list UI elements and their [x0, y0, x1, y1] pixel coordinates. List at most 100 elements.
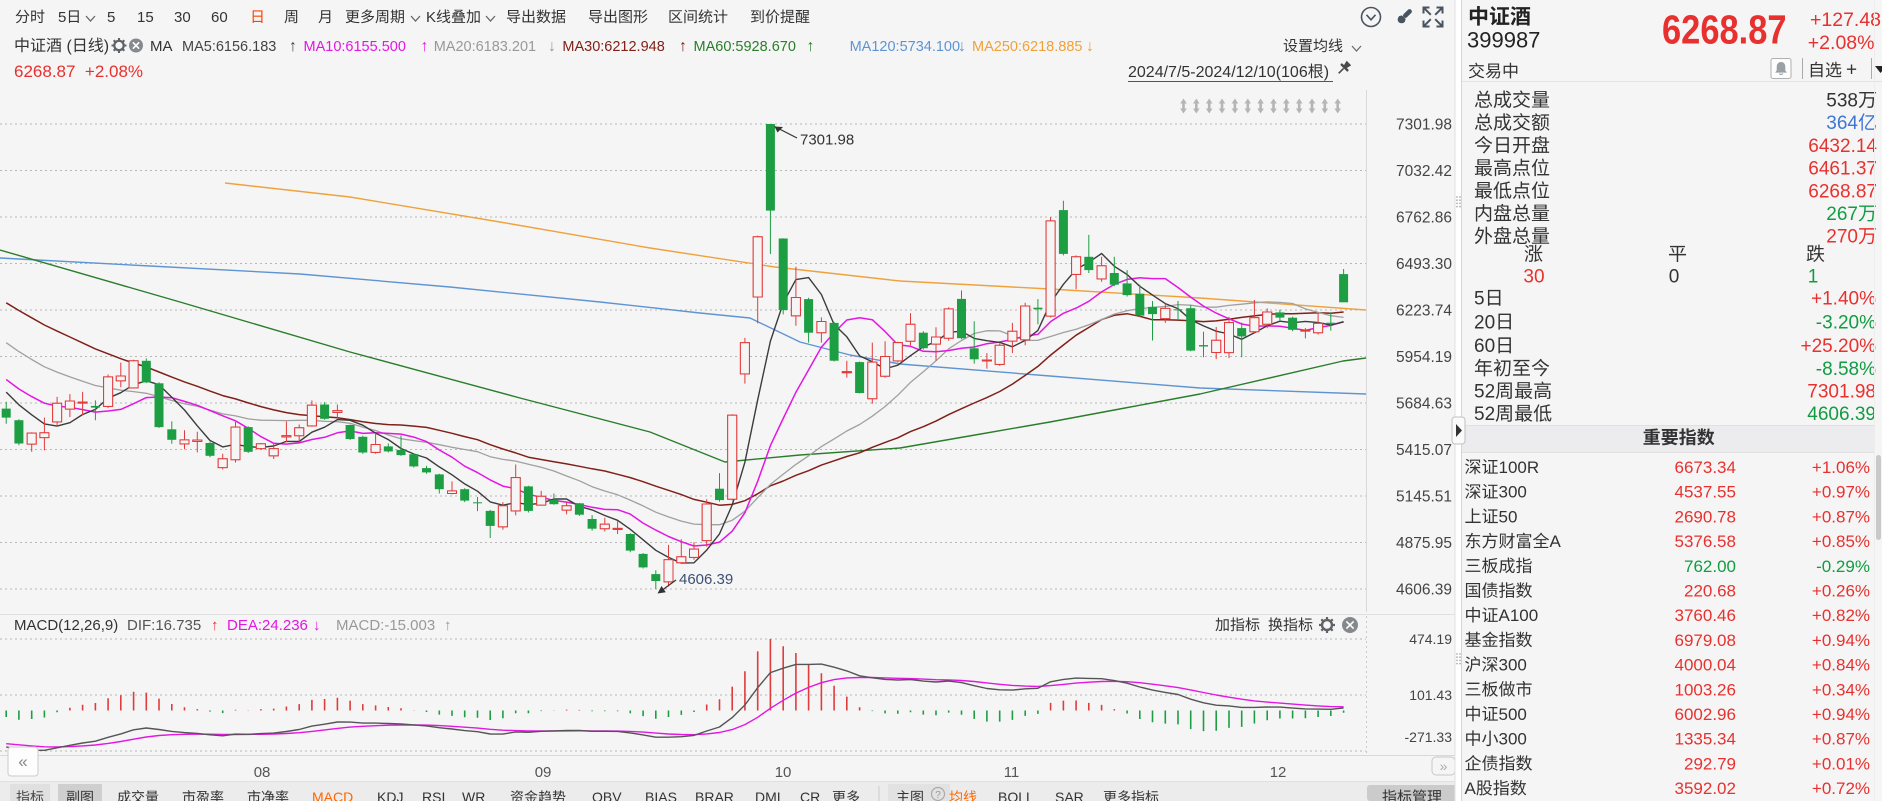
svg-text:30: 30: [1523, 266, 1544, 287]
svg-text:100R: 100R: [1499, 458, 1540, 477]
svg-text:+0.01%: +0.01%: [1812, 754, 1870, 773]
svg-text:BRAR: BRAR: [695, 789, 734, 801]
svg-text:+0.26%: +0.26%: [1812, 582, 1870, 601]
svg-text:474.19: 474.19: [1409, 631, 1452, 647]
svg-text:267: 267: [1826, 204, 1858, 225]
svg-text:6673.34: 6673.34: [1675, 458, 1736, 477]
svg-text:500: 500: [1499, 705, 1527, 724]
svg-text:4537.55: 4537.55: [1675, 483, 1736, 502]
svg-text:+0.72%: +0.72%: [1812, 779, 1870, 798]
svg-text:SAR: SAR: [1055, 789, 1084, 801]
svg-text:7032.42: 7032.42: [1396, 163, 1452, 180]
svg-text:MA: MA: [150, 38, 173, 55]
svg-text:4606.39: 4606.39: [1807, 404, 1876, 425]
svg-text:MA5:6156.183: MA5:6156.183: [182, 39, 276, 55]
svg-text:+: +: [1846, 60, 1857, 81]
svg-text:7301.98: 7301.98: [1807, 382, 1876, 403]
svg-text:+0.82%: +0.82%: [1812, 606, 1870, 625]
svg-text:DIF:16.735: DIF:16.735: [127, 617, 201, 634]
svg-text:1003.26: 1003.26: [1675, 680, 1736, 699]
svg-text:5376.58: 5376.58: [1675, 532, 1736, 551]
svg-text:2024/7/5-2024/12/10(106: 2024/7/5-2024/12/10(106: [1128, 64, 1308, 81]
svg-text:6762.86: 6762.86: [1396, 210, 1452, 227]
svg-text:08: 08: [254, 764, 271, 781]
svg-text:WR: WR: [462, 789, 485, 801]
svg-text:+0.85%: +0.85%: [1812, 532, 1870, 551]
svg-text:1: 1: [1808, 266, 1819, 287]
svg-text:7301.98: 7301.98: [1396, 117, 1452, 134]
svg-text:+0.84%: +0.84%: [1812, 656, 1870, 675]
svg-text:↑: ↑: [211, 617, 219, 634]
svg-text:↑: ↑: [679, 38, 687, 55]
svg-text:300: 300: [1499, 656, 1527, 675]
svg-text:(: (: [62, 38, 72, 55]
svg-text:RSI: RSI: [422, 789, 445, 801]
svg-text:»: »: [1440, 758, 1448, 774]
svg-text:+1.40%: +1.40%: [1811, 289, 1876, 310]
svg-text:+0.94%: +0.94%: [1812, 705, 1870, 724]
svg-text:292.79: 292.79: [1684, 754, 1736, 773]
svg-text:11: 11: [1004, 764, 1020, 781]
svg-text:DMI: DMI: [755, 789, 781, 801]
svg-text:+1.06%: +1.06%: [1812, 458, 1870, 477]
svg-text:BIAS: BIAS: [645, 789, 677, 801]
svg-text:6461.37: 6461.37: [1808, 159, 1877, 180]
svg-text:↓: ↓: [958, 38, 966, 55]
svg-text:↑: ↑: [807, 38, 815, 55]
svg-text:5: 5: [107, 9, 115, 26]
svg-text:6979.08: 6979.08: [1675, 631, 1736, 650]
svg-text:6268.87: 6268.87: [1662, 8, 1786, 53]
svg-text:↓: ↓: [313, 617, 321, 634]
svg-text:3760.46: 3760.46: [1675, 606, 1736, 625]
svg-text:BOLL: BOLL: [998, 789, 1034, 801]
svg-text:MACD: MACD: [312, 789, 353, 801]
svg-text:-8.58%: -8.58%: [1816, 359, 1876, 380]
svg-text:5415.07: 5415.07: [1396, 442, 1452, 459]
svg-text:6493.30: 6493.30: [1396, 256, 1452, 273]
svg-text:): ): [1324, 64, 1329, 81]
svg-text:↑: ↑: [421, 38, 429, 55]
svg-text:4875.95: 4875.95: [1396, 535, 1452, 552]
svg-text:3592.02: 3592.02: [1675, 779, 1736, 798]
svg-text:762.00: 762.00: [1684, 557, 1736, 576]
svg-text:MACD:-15.003: MACD:-15.003: [336, 617, 435, 634]
svg-text:↑: ↑: [289, 38, 297, 55]
svg-text:12: 12: [1270, 764, 1287, 781]
svg-text:): ): [104, 38, 109, 55]
svg-text:4000.04: 4000.04: [1675, 656, 1736, 675]
svg-text:CR: CR: [800, 789, 820, 801]
svg-text:5: 5: [1474, 289, 1485, 310]
svg-text:↓: ↓: [1086, 38, 1094, 55]
svg-text:7301.98: 7301.98: [800, 132, 854, 149]
svg-text:+0.87%: +0.87%: [1812, 730, 1870, 749]
svg-text:270: 270: [1826, 227, 1858, 248]
svg-text:6223.74: 6223.74: [1396, 303, 1452, 320]
svg-text:1335.34: 1335.34: [1675, 730, 1736, 749]
svg-text:MA250:6218.885: MA250:6218.885: [972, 39, 1082, 55]
svg-text:5684.63: 5684.63: [1396, 396, 1452, 413]
svg-text:15: 15: [137, 9, 154, 26]
svg-text:A: A: [1550, 532, 1562, 551]
svg-text:MA10:6155.500: MA10:6155.500: [304, 39, 406, 55]
svg-text:KDJ: KDJ: [377, 789, 403, 801]
svg-text:+127.48: +127.48: [1810, 9, 1881, 31]
svg-text:DEA:24.236: DEA:24.236: [227, 617, 308, 634]
svg-text:A100: A100: [1499, 606, 1539, 625]
svg-text:?: ?: [935, 790, 941, 801]
svg-text:101.43: 101.43: [1409, 687, 1452, 703]
svg-text:MACD(12,26,9): MACD(12,26,9): [14, 617, 118, 634]
svg-text:4606.39: 4606.39: [1396, 582, 1452, 599]
svg-text:4606.39: 4606.39: [679, 571, 733, 588]
svg-text:MA120:5734.100: MA120:5734.100: [850, 39, 960, 55]
svg-text:↑: ↑: [444, 617, 452, 634]
svg-text:60: 60: [211, 9, 228, 26]
svg-text:«: «: [18, 752, 27, 771]
svg-text:-3.20%: -3.20%: [1816, 312, 1876, 333]
svg-text:+0.97%: +0.97%: [1812, 483, 1870, 502]
svg-text:+0.94%: +0.94%: [1812, 631, 1870, 650]
svg-text:09: 09: [535, 764, 552, 781]
svg-text:K: K: [426, 9, 436, 26]
svg-text:6002.96: 6002.96: [1675, 705, 1736, 724]
svg-text:0: 0: [1669, 266, 1680, 287]
svg-text:60: 60: [1474, 336, 1495, 357]
